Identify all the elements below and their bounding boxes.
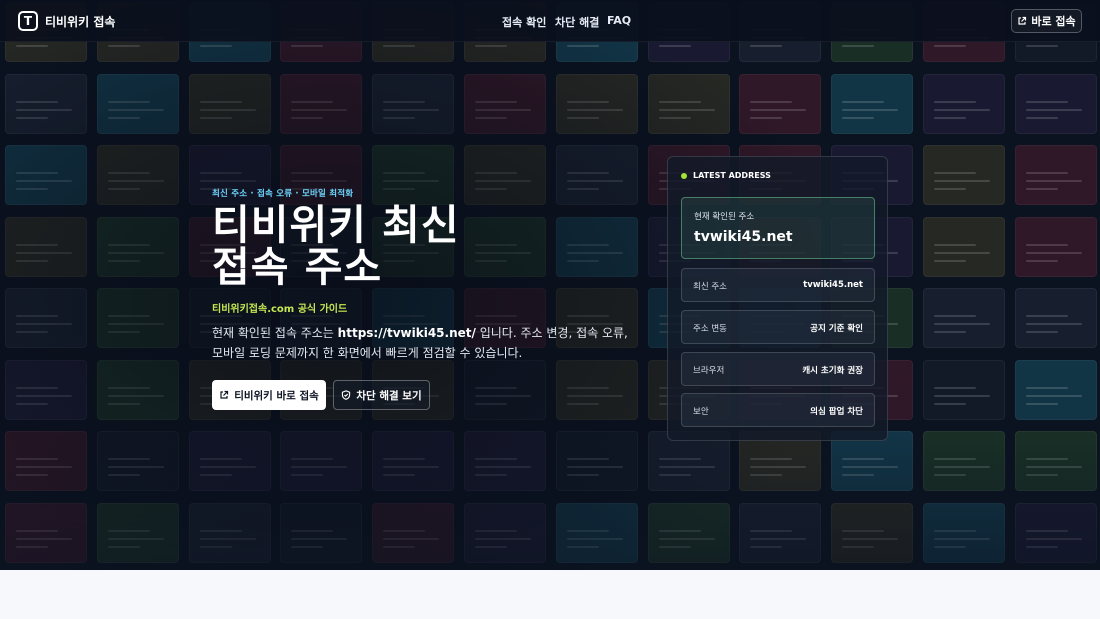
nav-link-access-check[interactable]: 접속 확인 [502,14,546,30]
brand-name[interactable]: 티비위키 접속 [45,13,115,30]
hero-description: 현재 확인된 접속 주소는 https://tvwiki45.net/ 입니다.… [212,323,632,363]
nav-link-faq[interactable]: FAQ [607,14,631,27]
desc-before: 현재 확인된 접속 주소는 [212,326,338,340]
info-row-key: 브라우저 [693,366,725,376]
header-direct-access-label: 바로 접속 [1031,15,1076,28]
info-row: 브라우저 캐시 초기화 권장 [681,352,875,386]
hero-bottom-fade [0,430,1100,570]
desc-url: https://tvwiki45.net/ [337,326,476,340]
logo-icon[interactable]: T [18,11,38,31]
external-link-icon [1018,16,1027,25]
page-content-area [0,570,1100,619]
direct-access-button[interactable]: 티비위키 바로 접속 [212,380,326,410]
info-row-key: 최신 주소 [693,282,727,292]
info-row-value: 의심 팝업 차단 [810,407,863,417]
top-navbar: T 티비위키 접속 접속 확인 차단 해결 FAQ 바로 접속 [0,0,1100,42]
direct-access-label: 티비위키 바로 접속 [234,389,319,402]
page-title: 티비위키 최신 접속 주소 [212,204,460,288]
header-direct-access-button[interactable]: 바로 접속 [1011,9,1082,33]
current-address-label: 현재 확인된 주소 [694,212,755,222]
nav-link-block-fix[interactable]: 차단 해결 [555,14,599,30]
info-row-key: 주소 변동 [693,324,727,334]
shield-icon [342,390,351,400]
info-row: 주소 변동 공지 기준 확인 [681,310,875,344]
info-row-key: 보안 [693,407,709,417]
hero-section: T 티비위키 접속 접속 확인 차단 해결 FAQ 바로 접속 최신 주소 · … [0,0,1100,570]
info-row-value: 공지 기준 확인 [810,324,863,334]
current-address-box: 현재 확인된 주소 tvwiki45.net [681,197,875,259]
card-header: LATEST ADDRESS [681,171,771,180]
hero-eyebrow: 최신 주소 · 접속 오류 · 모바일 최적화 [212,189,354,199]
card-badge: LATEST ADDRESS [693,171,771,180]
external-link-icon [220,390,229,399]
domain-guide-text: 티비위키접속.com 공식 가이드 [212,304,348,315]
info-row: 보안 의심 팝업 차단 [681,393,875,427]
latest-address-card: LATEST ADDRESS 현재 확인된 주소 tvwiki45.net 최신… [667,156,888,441]
page-title-line-2: 접속 주소 [212,243,383,291]
info-row: 최신 주소 tvwiki45.net [681,268,875,302]
block-fix-label: 차단 해결 보기 [356,389,422,402]
block-fix-button[interactable]: 차단 해결 보기 [333,380,430,410]
status-dot-icon [681,172,687,179]
current-address-value: tvwiki45.net [694,229,793,245]
info-row-value: 캐시 초기화 권장 [802,366,863,376]
info-row-value: tvwiki45.net [803,280,863,290]
page-title-line-1: 티비위키 최신 [212,201,460,249]
